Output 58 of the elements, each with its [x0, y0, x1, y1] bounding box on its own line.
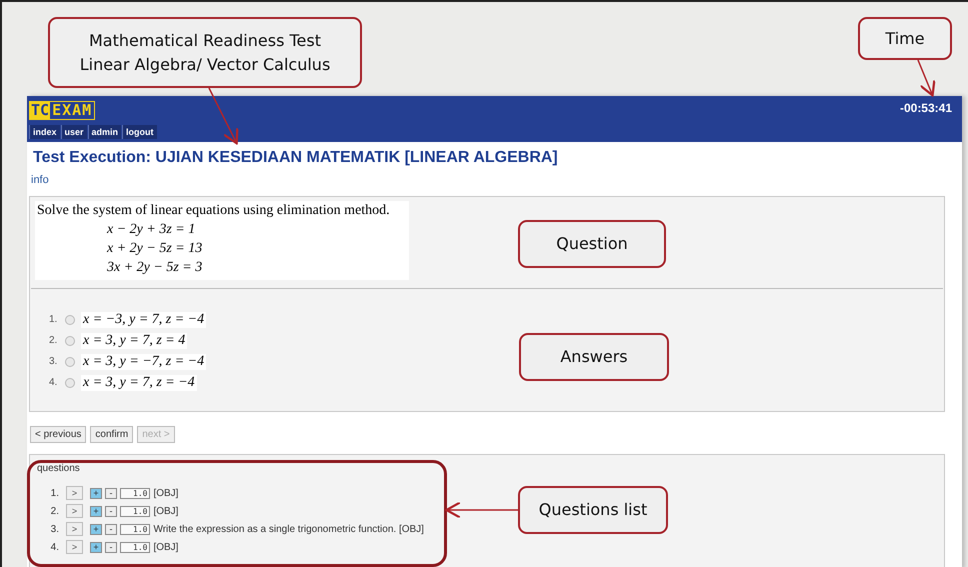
- question-number: 4.: [50, 542, 59, 552]
- timer: -00:53:41: [900, 101, 952, 115]
- open-button[interactable]: >: [66, 540, 83, 554]
- callout: Time: [858, 17, 952, 60]
- question-number: 3.: [50, 524, 59, 534]
- answer-text: x = 3, y = 7, z = −4: [81, 374, 197, 390]
- answer-number: 3.: [49, 356, 58, 367]
- answer-text: x = −3, y = 7, z = −4: [81, 312, 206, 328]
- panel-title: questions: [37, 463, 81, 474]
- answer-text: x = 3, y = 7, z = 4: [81, 332, 188, 348]
- callout: Answers: [519, 333, 669, 381]
- open-button[interactable]: >: [66, 504, 83, 518]
- open-button[interactable]: >: [66, 486, 83, 500]
- equation: x − 2y + 3z = 1: [107, 222, 196, 238]
- radio-button[interactable]: [65, 336, 75, 346]
- info-link[interactable]: info: [31, 174, 49, 186]
- question-label: [OBJ]: [153, 542, 178, 552]
- minus-button[interactable]: -: [105, 506, 117, 516]
- weight-field[interactable]: 1.0: [120, 506, 150, 516]
- radio-button[interactable]: [65, 356, 75, 366]
- minus-button[interactable]: -: [105, 542, 117, 552]
- radio-button[interactable]: [65, 314, 75, 324]
- callout: Questions list: [518, 486, 668, 534]
- equation: x + 2y − 5z = 13: [107, 241, 204, 257]
- question-text: Solve the system of linear equations using elimination method.: [37, 203, 391, 219]
- minus-button[interactable]: -: [105, 524, 117, 534]
- nav-link[interactable]: user: [60, 125, 87, 139]
- question-label: [OBJ]: [153, 506, 178, 516]
- radio-button[interactable]: [65, 378, 75, 388]
- nav-link[interactable]: index: [29, 125, 60, 139]
- plus-button[interactable]: +: [90, 506, 102, 516]
- callout: Mathematical Readiness Test Linear Algebra/ Vector Calculus: [48, 17, 362, 88]
- logo: TC EXAM: [29, 101, 96, 120]
- question-number: 2.: [50, 506, 59, 516]
- minus-button[interactable]: -: [105, 488, 117, 498]
- question-number: 1.: [50, 488, 59, 498]
- leader-line: [917, 60, 936, 96]
- plus-button[interactable]: +: [90, 542, 102, 552]
- answer-number: 1.: [49, 314, 58, 325]
- weight-field[interactable]: 1.0: [120, 488, 150, 498]
- callout: Question: [518, 220, 666, 268]
- nav-button[interactable]: < previous: [30, 426, 86, 443]
- question-label: Write the expression as a single trigonometric function. [OBJ]: [153, 524, 424, 534]
- open-button[interactable]: >: [66, 522, 83, 536]
- weight-field[interactable]: 1.0: [120, 524, 150, 534]
- answer-number: 2.: [49, 335, 58, 346]
- nav-button[interactable]: confirm: [90, 426, 134, 443]
- answer-text: x = 3, y = −7, z = −4: [81, 354, 206, 370]
- nav-link[interactable]: admin: [88, 125, 122, 139]
- plus-button[interactable]: +: [90, 524, 102, 534]
- plus-button[interactable]: +: [90, 488, 102, 498]
- nav-link[interactable]: logout: [122, 125, 157, 139]
- leader-line: [208, 88, 238, 144]
- answer-number: 4.: [49, 377, 58, 388]
- equation: 3x + 2y − 5z = 3: [107, 260, 204, 276]
- question-label: [OBJ]: [153, 488, 178, 498]
- weight-field[interactable]: 1.0: [120, 542, 150, 552]
- page-title: Test Execution: UJIAN KESEDIAAN MATEMATIK [LINEAR ALGEBRA]: [33, 149, 559, 167]
